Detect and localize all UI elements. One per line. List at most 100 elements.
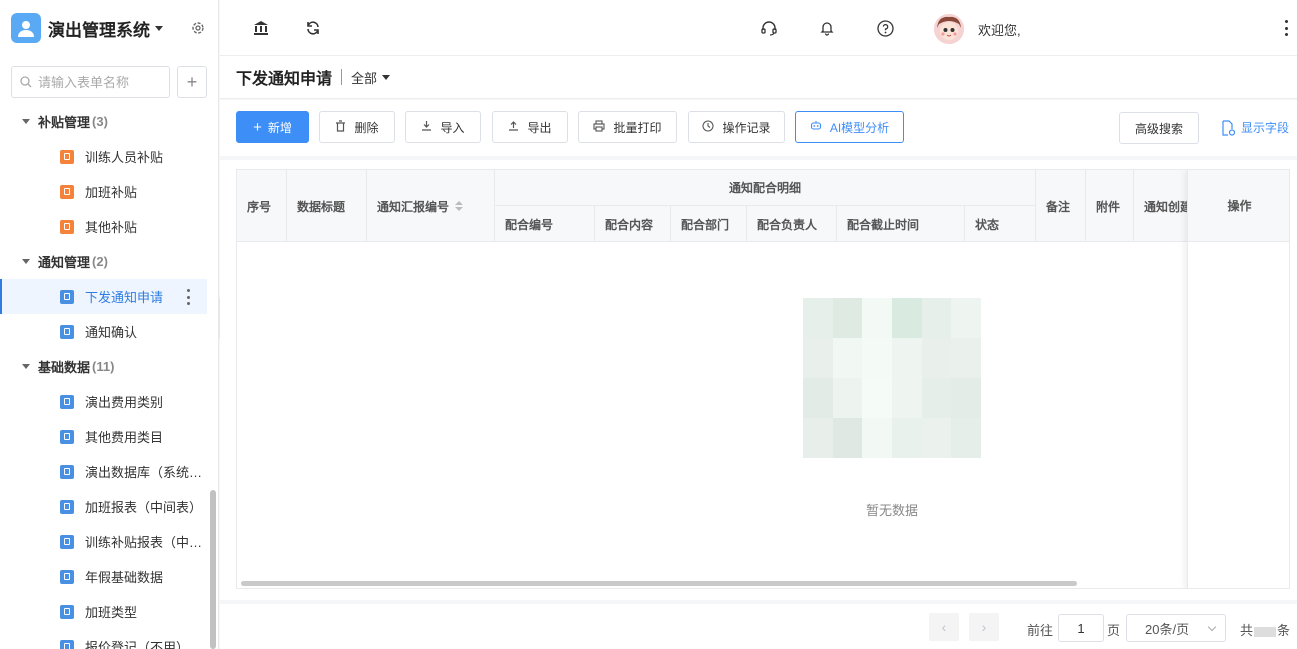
sort-icon[interactable] bbox=[455, 201, 464, 211]
table-horizontal-scrollbar[interactable] bbox=[241, 581, 1077, 586]
sidebar-item-show-database[interactable]: 演出数据库（系统… bbox=[0, 454, 210, 489]
expand-caret-icon[interactable] bbox=[22, 119, 30, 124]
item-label: 年假基础数据 bbox=[85, 570, 164, 585]
col-coop-deadline: 配合截止时间 bbox=[837, 206, 965, 242]
chevron-left-icon: ‹ bbox=[941, 619, 947, 635]
form-icon bbox=[60, 289, 74, 304]
delete-button[interactable]: 删除 bbox=[319, 111, 395, 143]
chevron-down-icon[interactable] bbox=[382, 74, 391, 80]
button-label: 删除 bbox=[354, 120, 379, 135]
form-icon bbox=[60, 499, 74, 514]
form-icon bbox=[60, 464, 74, 479]
page-size-select[interactable]: 20条/页 bbox=[1126, 614, 1226, 642]
col-coop-dept: 配合部门 bbox=[671, 206, 747, 242]
sidebar-item-overtime-type[interactable]: 加班类型 bbox=[0, 594, 210, 629]
sidebar-item-training-report[interactable]: 训练补贴报表（中… bbox=[0, 524, 210, 559]
app-header: 演出管理系统 bbox=[0, 0, 218, 56]
item-label: 其他补贴 bbox=[85, 220, 138, 235]
page-number-input[interactable] bbox=[1058, 614, 1104, 642]
chevron-down-icon bbox=[1207, 622, 1217, 632]
form-search-box[interactable] bbox=[11, 66, 170, 98]
group-label: 补贴管理 bbox=[38, 115, 91, 130]
sidebar-item-overtime-subsidy[interactable]: 加班补贴 bbox=[0, 174, 210, 209]
app-logo-icon bbox=[11, 13, 41, 43]
more-options-icon[interactable] bbox=[187, 289, 191, 305]
col-status: 状态 bbox=[965, 206, 1036, 242]
welcome-text: 欢迎您, bbox=[978, 23, 1021, 38]
expand-caret-icon[interactable] bbox=[22, 259, 30, 264]
history-button[interactable]: 操作记录 bbox=[688, 111, 785, 143]
group-basic-data[interactable]: 基础数据 (11) bbox=[0, 349, 210, 384]
chevron-right-icon: › bbox=[981, 619, 987, 635]
data-table: 序号 数据标题 通知汇报编号 通知配合明细 配合编号 配合内容 配合部门 配合负… bbox=[236, 169, 1290, 589]
sidebar-scrollbar[interactable] bbox=[210, 490, 216, 649]
group-label: 基础数据 bbox=[38, 360, 91, 375]
item-label: 通知确认 bbox=[85, 325, 138, 340]
item-label: 演出数据库（系统… bbox=[85, 465, 203, 480]
more-menu-icon[interactable] bbox=[1285, 20, 1289, 36]
col-seq: 序号 bbox=[237, 170, 287, 242]
sidebar-item-issue-notice[interactable]: 下发通知申请 bbox=[0, 279, 207, 314]
bell-icon[interactable] bbox=[818, 19, 836, 37]
col-coop-content: 配合内容 bbox=[595, 206, 671, 242]
add-form-button[interactable]: + bbox=[177, 66, 207, 98]
col-title: 数据标题 bbox=[287, 170, 367, 242]
page-title: 下发通知申请 bbox=[236, 71, 333, 88]
total-count: 共条 bbox=[1240, 620, 1290, 639]
ai-analysis-button[interactable]: AI模型分析 bbox=[795, 111, 904, 143]
sidebar-item-annual-leave[interactable]: 年假基础数据 bbox=[0, 559, 210, 594]
item-label: 加班报表（中间表） bbox=[85, 500, 203, 515]
group-subsidy[interactable]: 补贴管理 (3) bbox=[0, 104, 210, 139]
empty-state-illustration bbox=[803, 298, 981, 458]
settings-gear-icon[interactable] bbox=[190, 20, 206, 36]
sidebar-item-other-subsidy[interactable]: 其他补贴 bbox=[0, 209, 210, 244]
col-coop-owner: 配合负责人 bbox=[747, 206, 837, 242]
printer-icon bbox=[593, 119, 606, 135]
app-switch-caret-icon[interactable] bbox=[155, 25, 163, 31]
pagination: ‹ › 前往 页 20条/页 共条 bbox=[220, 604, 1297, 649]
sidebar-item-training-subsidy[interactable]: 训练人员补贴 bbox=[0, 139, 210, 174]
form-icon bbox=[60, 324, 74, 339]
sidebar-item-show-fee-category[interactable]: 演出费用类别 bbox=[0, 384, 210, 419]
add-button[interactable]: + 新增 bbox=[236, 111, 309, 143]
form-search-input[interactable] bbox=[38, 74, 158, 90]
export-button[interactable]: 导出 bbox=[492, 111, 568, 143]
button-label: 新增 bbox=[267, 120, 292, 135]
form-icon bbox=[60, 639, 74, 649]
help-icon[interactable] bbox=[876, 19, 894, 37]
page-header: 下发通知申请 全部 bbox=[220, 56, 1297, 99]
sidebar-item-other-fee-category[interactable]: 其他费用类目 bbox=[0, 419, 210, 454]
view-filter-dropdown[interactable]: 全部 bbox=[351, 68, 377, 87]
prev-page-button[interactable]: ‹ bbox=[929, 613, 959, 641]
sidebar: 演出管理系统 + 补贴管理(3) 训练人员补贴 加班补贴 其他补贴 通知管理(2… bbox=[0, 0, 219, 649]
group-notice[interactable]: 通知管理 (2) bbox=[0, 244, 210, 279]
expand-caret-icon[interactable] bbox=[22, 364, 30, 369]
clock-icon bbox=[702, 119, 715, 135]
title-divider bbox=[341, 69, 343, 85]
sidebar-item-quote-register[interactable]: 报价登记（不用） bbox=[0, 629, 210, 649]
col-report-no[interactable]: 通知汇报编号 bbox=[367, 170, 495, 242]
headset-support-icon[interactable] bbox=[760, 19, 778, 37]
col-remark: 备注 bbox=[1036, 170, 1086, 242]
form-tree: 补贴管理 (3) 训练人员补贴 加班补贴 其他补贴 通知管理 (2) 下发通知申请 … bbox=[0, 104, 210, 649]
total-prefix: 共 bbox=[1240, 623, 1254, 638]
trash-icon bbox=[335, 119, 346, 135]
advanced-search-button[interactable]: 高级搜索 bbox=[1119, 112, 1199, 144]
form-icon bbox=[60, 569, 74, 584]
item-label: 加班补贴 bbox=[85, 185, 138, 200]
item-label: 训练人员补贴 bbox=[85, 150, 164, 165]
user-avatar[interactable] bbox=[934, 14, 964, 44]
show-fields-link[interactable]: 显示字段 bbox=[1220, 119, 1289, 136]
app-title[interactable]: 演出管理系统 bbox=[48, 16, 150, 41]
batch-print-button[interactable]: 批量打印 bbox=[578, 111, 677, 143]
next-page-button[interactable]: › bbox=[969, 613, 999, 641]
sidebar-item-overtime-report[interactable]: 加班报表（中间表） bbox=[0, 489, 210, 524]
item-label: 下发通知申请 bbox=[85, 290, 164, 305]
refresh-icon[interactable] bbox=[304, 19, 322, 37]
button-label: 批量打印 bbox=[613, 120, 662, 135]
form-icon bbox=[60, 394, 74, 409]
bank-icon[interactable] bbox=[252, 19, 270, 37]
import-button[interactable]: 导入 bbox=[405, 111, 481, 143]
sidebar-item-notice-confirm[interactable]: 通知确认 bbox=[0, 314, 210, 349]
group-count: (11) bbox=[92, 359, 115, 374]
